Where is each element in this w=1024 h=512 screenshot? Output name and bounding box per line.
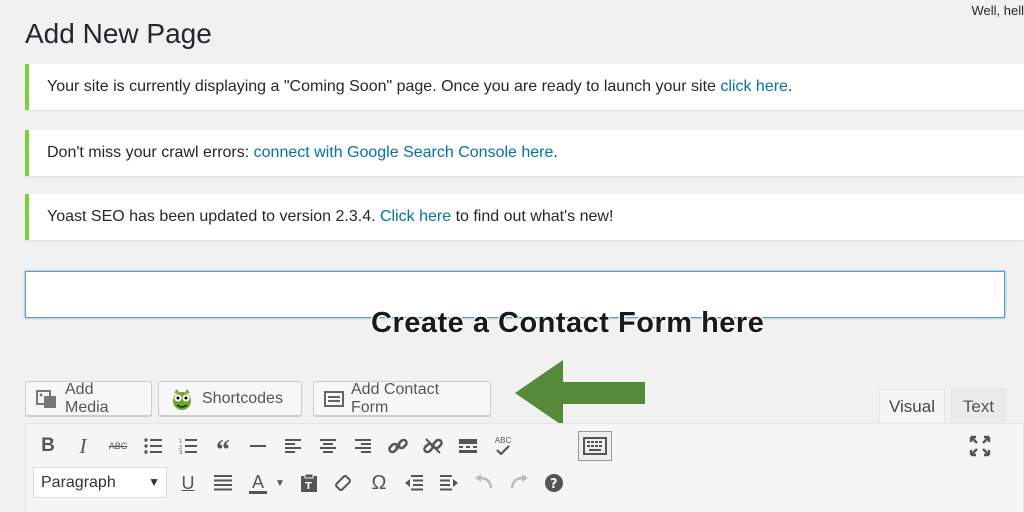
spellcheck-label: ABC [494, 436, 512, 445]
search-console-link[interactable]: connect with Google Search Console here [254, 144, 554, 161]
special-character-button[interactable]: Ω [365, 469, 393, 497]
annotation-arrow-icon [515, 360, 645, 426]
paste-text-icon[interactable]: T [295, 469, 323, 497]
format-select-value: Paragraph [41, 474, 116, 491]
notice-text: Don't miss your crawl errors: [47, 144, 254, 161]
form-icon [324, 390, 344, 407]
justify-icon[interactable] [209, 469, 237, 497]
notice-text-end: to find out what's new! [451, 208, 614, 225]
spellcheck-icon[interactable]: ABC [489, 432, 517, 460]
text-color-dropdown-icon[interactable]: ▼ [272, 469, 288, 497]
paragraph-format-select[interactable]: Paragraph ▼ [33, 467, 167, 498]
read-more-icon[interactable] [454, 432, 482, 460]
outdent-icon[interactable] [400, 469, 428, 497]
italic-button[interactable]: I [69, 432, 97, 460]
horizontal-line-icon[interactable] [244, 432, 272, 460]
monster-icon [169, 387, 195, 411]
bullet-list-icon[interactable] [139, 432, 167, 460]
svg-text:3: 3 [179, 450, 182, 454]
indent-icon[interactable] [435, 469, 463, 497]
crawl-errors-notice: Don't miss your crawl errors: connect wi… [25, 130, 1024, 176]
editor-toolbar-row-2: U A ▼ T Ω ? [174, 469, 575, 497]
text-color-button[interactable]: A [244, 469, 272, 497]
shortcodes-label: Shortcodes [202, 389, 283, 407]
bold-button[interactable]: B [34, 432, 62, 460]
toolbar-toggle-icon[interactable] [578, 431, 612, 461]
media-icon [36, 389, 58, 409]
add-media-button[interactable]: Add Media [25, 381, 152, 416]
yoast-click-here-link[interactable]: Click here [380, 208, 451, 225]
remove-link-icon[interactable] [419, 432, 447, 460]
annotation-callout: Create a Contact Form here [371, 307, 765, 339]
notice-text-end: . [553, 144, 558, 161]
underline-button[interactable]: U [174, 469, 202, 497]
align-center-icon[interactable] [314, 432, 342, 460]
align-left-icon[interactable] [279, 432, 307, 460]
undo-icon[interactable] [470, 469, 498, 497]
help-icon[interactable]: ? [540, 469, 568, 497]
tab-visual[interactable]: Visual [879, 389, 945, 424]
page-title: Add New Page [25, 18, 212, 49]
help-label: ? [550, 477, 558, 492]
add-media-label: Add Media [65, 380, 109, 416]
notice-text: Yoast SEO has been updated to version 2.… [47, 208, 380, 225]
chevron-down-icon: ▼ [148, 475, 160, 489]
strikethrough-button[interactable]: ABC [104, 432, 132, 460]
notice-text-end: . [787, 78, 793, 95]
numbered-list-icon[interactable]: 123 [174, 432, 202, 460]
shortcodes-button[interactable]: Shortcodes [158, 381, 302, 416]
align-right-icon[interactable] [349, 432, 377, 460]
fullscreen-icon[interactable] [968, 434, 992, 463]
tab-text[interactable]: Text [951, 389, 1006, 424]
add-contact-form-label: Add Contact Form [351, 380, 440, 416]
insert-link-icon[interactable] [384, 432, 412, 460]
svg-text:T: T [305, 481, 312, 492]
clear-formatting-icon[interactable] [330, 469, 358, 497]
coming-soon-notice: Your site is currently displaying a "Com… [25, 64, 1024, 110]
blockquote-icon[interactable]: “ [209, 432, 237, 465]
notice-text: Your site is currently displaying a "Com… [47, 78, 721, 95]
text-color-label: A [251, 471, 264, 492]
greeting-text: Well, hell [971, 3, 1024, 18]
yoast-update-notice: Yoast SEO has been updated to version 2.… [25, 194, 1024, 240]
editor-toolbar-row-1: B I ABC 123 “ ABC [34, 432, 524, 465]
click-here-link[interactable]: click here [720, 78, 788, 95]
redo-icon[interactable] [505, 469, 533, 497]
add-contact-form-button[interactable]: Add Contact Form [313, 381, 491, 416]
